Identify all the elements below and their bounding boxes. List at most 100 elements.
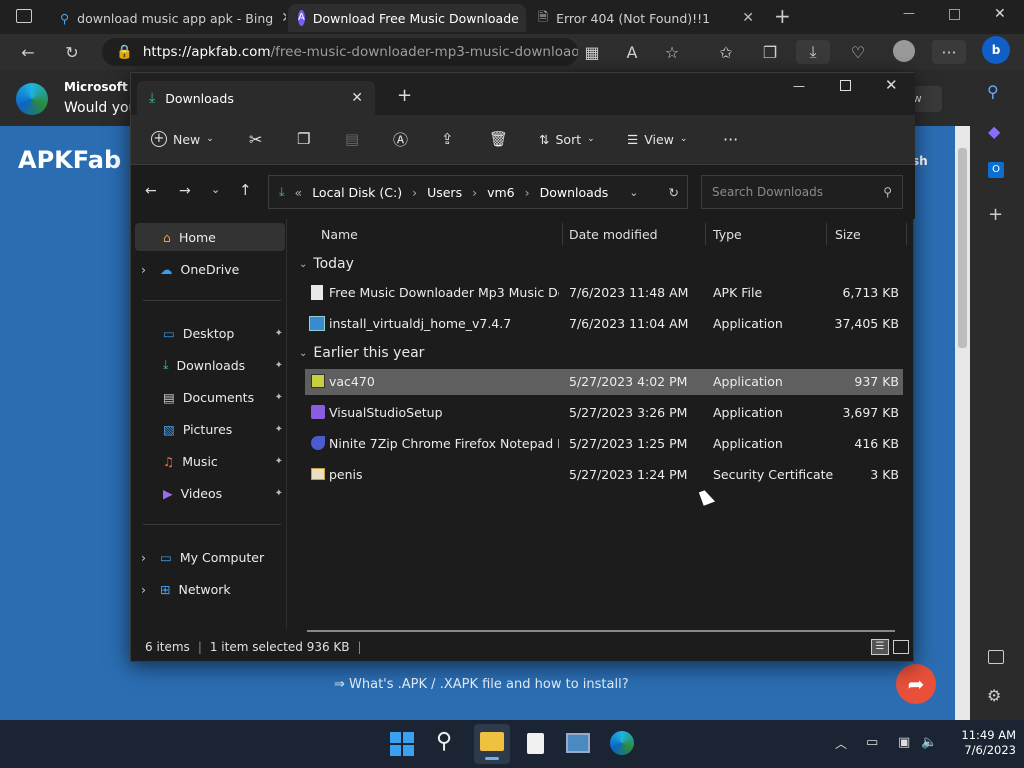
- profile-avatar-icon[interactable]: [893, 40, 915, 62]
- volume-icon[interactable]: 🔈: [921, 735, 937, 750]
- column-header-size[interactable]: Size: [827, 223, 907, 245]
- cut-icon[interactable]: ✂: [249, 127, 262, 151]
- file-row-selected[interactable]: vac470 5/27/2023 4:02 PM Application 937…: [305, 369, 903, 395]
- horizontal-scrollbar[interactable]: [307, 630, 895, 632]
- restore-icon[interactable]: [949, 9, 960, 20]
- nav-item-documents[interactable]: ▤ Documents ✦: [141, 383, 285, 411]
- explorer-tab-downloads[interactable]: ⤓ Downloads ✕: [137, 81, 375, 115]
- group-header-earlier[interactable]: ⌄ Earlier this year: [299, 342, 424, 364]
- browser-tab-apkfab[interactable]: A Download Free Music Downloade ✕: [288, 4, 526, 32]
- details-view-icon[interactable]: ☰: [871, 639, 889, 655]
- tray-chevron-up-icon[interactable]: ︿: [835, 735, 847, 752]
- search-icon[interactable]: ⚲: [436, 729, 452, 754]
- up-icon[interactable]: ↑: [239, 181, 252, 199]
- column-header-date[interactable]: Date modified: [561, 223, 706, 245]
- file-row[interactable]: install_virtualdj_home_v7.4.7 7/6/2023 1…: [305, 311, 903, 337]
- refresh-icon[interactable]: ↻: [669, 185, 679, 200]
- outlook-icon[interactable]: O: [988, 162, 1004, 178]
- nav-item-music[interactable]: ♫ Music ✦: [141, 447, 285, 475]
- chevron-right-icon[interactable]: ›: [141, 582, 146, 597]
- paste-icon[interactable]: ▤: [345, 127, 359, 151]
- read-aloud-icon[interactable]: A: [620, 40, 644, 64]
- minimize-icon[interactable]: —: [793, 79, 805, 93]
- address-dropdown-icon[interactable]: ⌄: [629, 186, 638, 199]
- breadcrumb-downloads[interactable]: Downloads: [540, 185, 609, 200]
- browser-essentials-icon[interactable]: ♡: [846, 40, 870, 64]
- pin-icon[interactable]: ✦: [275, 424, 283, 435]
- new-button[interactable]: + New ⌄: [151, 127, 214, 151]
- new-tab-icon[interactable]: +: [774, 4, 791, 28]
- delete-icon[interactable]: 🗑: [489, 127, 508, 151]
- view-button[interactable]: ☰ View ⌄: [627, 127, 687, 151]
- maximize-icon[interactable]: [840, 80, 851, 91]
- display-icon[interactable]: ▣: [898, 735, 910, 750]
- pin-icon[interactable]: ✦: [275, 392, 283, 403]
- nav-item-network[interactable]: › ⊞ Network: [141, 575, 285, 603]
- chevron-right-icon[interactable]: ›: [141, 262, 146, 277]
- chevron-right-icon[interactable]: ›: [141, 550, 146, 565]
- apkfab-brand-logo[interactable]: APKFab: [18, 146, 121, 174]
- collections-icon[interactable]: ❐: [758, 40, 782, 64]
- nav-item-home[interactable]: ⌂ Home: [135, 223, 285, 251]
- forward-icon[interactable]: →: [179, 183, 191, 199]
- favorite-star-icon[interactable]: ☆: [660, 40, 684, 64]
- control-panel-icon[interactable]: [566, 733, 590, 753]
- page-scrollbar[interactable]: [955, 126, 970, 720]
- pin-icon[interactable]: ✦: [275, 360, 283, 371]
- back-icon[interactable]: ←: [145, 183, 157, 199]
- copilot-icon[interactable]: ◆: [988, 122, 1000, 141]
- pin-icon[interactable]: ✦: [275, 328, 283, 339]
- file-row[interactable]: VisualStudioSetup 5/27/2023 3:26 PM Appl…: [305, 400, 903, 426]
- column-header-name[interactable]: Name: [313, 223, 563, 245]
- pin-icon[interactable]: ✦: [275, 456, 283, 467]
- downloads-icon[interactable]: ⤓: [796, 40, 830, 64]
- sidebar-settings-icon[interactable]: ⚙: [987, 686, 1001, 705]
- breadcrumb-local-disk[interactable]: Local Disk (C:): [312, 185, 402, 200]
- start-icon[interactable]: [390, 732, 414, 756]
- close-icon[interactable]: ✕: [994, 6, 1006, 22]
- close-tab-icon[interactable]: ✕: [351, 90, 363, 106]
- settings-more-icon[interactable]: ···: [932, 40, 966, 64]
- network-status-icon[interactable]: ▭: [866, 735, 878, 750]
- tab-actions-icon[interactable]: [16, 9, 32, 23]
- favorites-icon[interactable]: ✩: [714, 40, 738, 64]
- browser-tab-bing[interactable]: ⚲ download music app apk - Bing ✕: [50, 4, 286, 32]
- app-available-icon[interactable]: ▦: [580, 40, 604, 64]
- file-explorer-taskbar-icon[interactable]: [474, 724, 510, 764]
- close-tab-icon[interactable]: ✕: [742, 10, 754, 26]
- apk-help-link[interactable]: ⇒ What's .APK / .XAPK file and how to in…: [334, 677, 629, 692]
- nav-item-videos[interactable]: ▶ Videos ✦: [141, 479, 285, 507]
- browser-tab-error[interactable]: 🗎 Error 404 (Not Found)!!1 ✕: [528, 4, 764, 32]
- pin-icon[interactable]: ✦: [275, 488, 283, 499]
- share-button[interactable]: ➦: [896, 664, 936, 704]
- tiles-view-icon[interactable]: [893, 640, 909, 654]
- recent-locations-icon[interactable]: ⌄: [211, 183, 220, 196]
- nav-item-onedrive[interactable]: › ☁ OneDrive: [141, 255, 285, 283]
- rename-icon[interactable]: Ⓐ: [393, 127, 408, 151]
- nav-item-my-computer[interactable]: › ▭ My Computer: [141, 543, 285, 571]
- refresh-icon[interactable]: ↻: [60, 40, 84, 64]
- copy-icon[interactable]: ❐: [297, 127, 310, 151]
- search-downloads-input[interactable]: Search Downloads ⚲: [701, 175, 903, 209]
- sidebar-toggle-icon[interactable]: [988, 650, 1004, 664]
- back-icon[interactable]: ←: [16, 40, 40, 64]
- breadcrumb-vm6[interactable]: vm6: [487, 185, 515, 200]
- more-options-icon[interactable]: ···: [723, 127, 738, 151]
- notepad-icon[interactable]: [527, 733, 544, 754]
- breadcrumb-users[interactable]: Users: [427, 185, 462, 200]
- new-tab-icon[interactable]: +: [397, 85, 412, 106]
- close-tab-icon[interactable]: ✕: [281, 10, 286, 26]
- scrollbar-thumb[interactable]: [958, 148, 967, 348]
- nav-item-pictures[interactable]: ▧ Pictures ✦: [141, 415, 285, 443]
- address-bar[interactable]: ⤓ « Local Disk (C:) › Users › vm6 › Downloa…: [268, 175, 688, 209]
- column-header-type[interactable]: Type: [705, 223, 827, 245]
- taskbar-clock[interactable]: 11:49 AM 7/6/2023: [946, 728, 1016, 758]
- group-header-today[interactable]: ⌄ Today: [299, 253, 354, 275]
- close-icon[interactable]: ✕: [885, 76, 898, 94]
- file-row[interactable]: penis 5/27/2023 1:24 PM Security Certifi…: [305, 462, 903, 488]
- edge-taskbar-icon[interactable]: [610, 731, 634, 755]
- bing-chat-icon[interactable]: b: [982, 36, 1010, 64]
- add-sidebar-icon[interactable]: +: [988, 204, 1003, 225]
- sidebar-search-icon[interactable]: ⚲: [987, 82, 999, 101]
- nav-item-desktop[interactable]: ▭ Desktop ✦: [141, 319, 285, 347]
